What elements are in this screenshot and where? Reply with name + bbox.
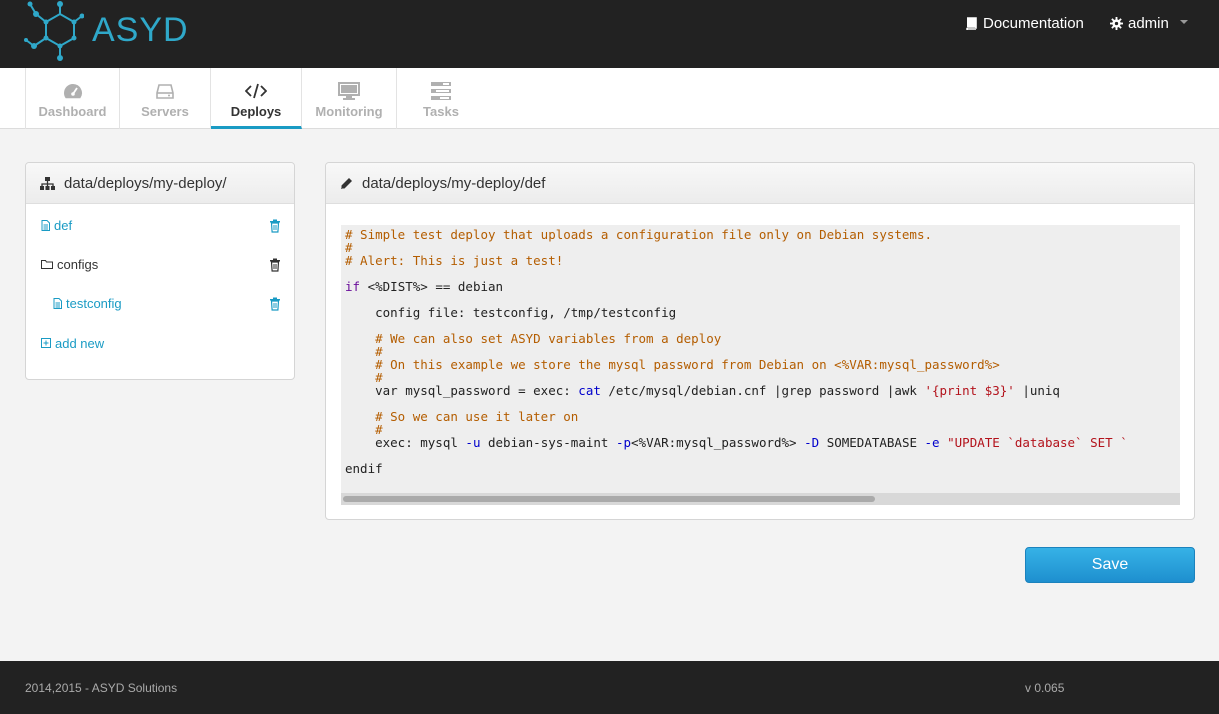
asyd-logo[interactable]: ASYD — [24, 0, 196, 66]
tree-item-label: configs — [57, 256, 99, 272]
code-icon — [245, 82, 267, 100]
logo-text: ASYD — [92, 11, 189, 49]
tab-servers-label: Servers — [141, 104, 189, 119]
code-editor[interactable]: # Simple test deploy that uploads a conf… — [341, 225, 1180, 505]
code-line: exec: mysql -u debian-sys-maint -p<%VAR:… — [345, 435, 1128, 450]
tab-monitoring[interactable]: Monitoring — [302, 68, 397, 129]
admin-label: admin — [1128, 14, 1169, 32]
tab-dashboard[interactable]: Dashboard — [25, 68, 120, 129]
code-line: # Simple test deploy that uploads a conf… — [345, 227, 932, 242]
pencil-icon — [341, 177, 352, 189]
scrollbar-thumb[interactable] — [343, 496, 875, 502]
code-line: if <%DIST%> == debian — [345, 279, 504, 294]
plus-square-icon — [41, 338, 51, 348]
add-new-link[interactable]: add new — [41, 334, 104, 352]
trash-icon[interactable] — [269, 219, 281, 233]
tab-deploys[interactable]: Deploys — [211, 68, 302, 129]
trash-icon[interactable] — [269, 258, 281, 272]
editor-title: data/deploys/my-deploy/def — [362, 174, 546, 192]
tab-monitoring-label: Monitoring — [315, 104, 383, 119]
trash-icon[interactable] — [269, 297, 281, 311]
tab-tasks-label: Tasks — [423, 104, 459, 119]
save-button[interactable]: Save — [1025, 547, 1195, 583]
tree-item-label: testconfig — [66, 295, 122, 311]
documentation-link[interactable]: Documentation — [965, 14, 1084, 32]
book-icon — [966, 16, 977, 30]
tab-deploys-label: Deploys — [230, 104, 282, 119]
sitemap-icon — [40, 176, 55, 190]
editor-panel: data/deploys/my-deploy/def # Simple test… — [325, 162, 1195, 520]
documentation-label: Documentation — [983, 14, 1084, 32]
tab-dashboard-label: Dashboard — [38, 104, 107, 119]
add-new-label: add new — [55, 335, 105, 351]
code-line: # We can also set ASYD variables from a … — [345, 331, 722, 346]
code-line: endif — [345, 461, 383, 476]
file-tree-header: data/deploys/my-deploy/ — [26, 163, 294, 204]
code-line: config file: testconfig, /tmp/testconfig — [345, 305, 677, 320]
footer: 2014,2015 - ASYD Solutions v 0.065 — [0, 661, 1219, 714]
top-bar: ASYD Documentation admin — [0, 0, 1219, 68]
editor-header: data/deploys/my-deploy/def — [326, 163, 1194, 204]
molecule-icon — [24, 1, 85, 61]
gear-icon — [1110, 16, 1123, 30]
tree-item-def[interactable]: def — [41, 216, 72, 234]
file-icon — [53, 297, 62, 309]
tree-item-configs[interactable]: configs — [41, 255, 98, 273]
tasks-icon — [431, 82, 451, 100]
folder-icon — [41, 260, 53, 269]
dashboard-icon — [63, 82, 83, 100]
code-content: # Simple test deploy that uploads a conf… — [345, 225, 1128, 476]
tab-tasks[interactable]: Tasks — [397, 68, 485, 129]
code-line: # Alert: This is just a test! — [345, 253, 564, 268]
desktop-icon — [338, 82, 360, 100]
admin-menu[interactable]: admin — [1110, 14, 1188, 32]
tree-item-testconfig[interactable]: testconfig — [53, 294, 122, 312]
file-icon — [41, 219, 50, 231]
code-line: var mysql_password = exec: cat /etc/mysq… — [345, 383, 1060, 398]
footer-copyright: 2014,2015 - ASYD Solutions — [25, 681, 178, 695]
hdd-icon — [156, 82, 174, 100]
file-tree-panel: data/deploys/my-deploy/ def configs test… — [25, 162, 295, 380]
horizontal-scrollbar[interactable] — [341, 493, 1180, 505]
chevron-down-icon — [1179, 20, 1188, 24]
footer-version: v 0.065 — [1025, 681, 1065, 695]
file-tree-title: data/deploys/my-deploy/ — [64, 174, 227, 192]
code-line: # On this example we store the mysql pas… — [345, 357, 1000, 372]
tab-servers[interactable]: Servers — [120, 68, 211, 129]
tree-item-label: def — [54, 217, 73, 233]
main-nav: Dashboard Servers Deploys Monitoring Tas… — [0, 68, 1219, 129]
